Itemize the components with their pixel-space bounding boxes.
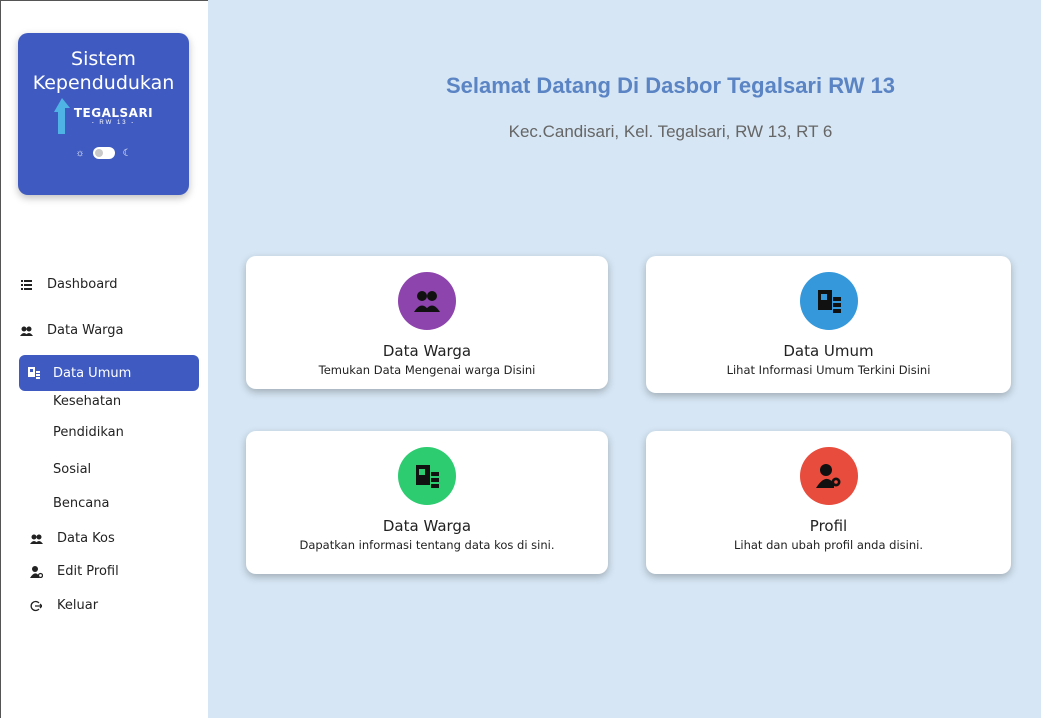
brand-card: Sistem Kependudukan TEGALSARI - RW 13 - … — [18, 33, 189, 195]
page-title: Selamat Datang Di Dasbor Tegalsari RW 13 — [445, 73, 896, 98]
address-book-icon — [27, 367, 41, 379]
nav-edit-profil[interactable]: Edit Profil — [29, 564, 119, 579]
user-gear-icon — [799, 447, 858, 505]
nav-keluar-label: Keluar — [57, 598, 99, 613]
nav-data-umum[interactable]: Data Umum — [19, 355, 199, 391]
sun-icon: ☼ — [75, 147, 85, 159]
card-title: Data Warga — [382, 342, 472, 360]
card-data-umum[interactable]: Data Umum Lihat Informasi Umum Terkini D… — [646, 256, 1011, 393]
card-title: Profil — [809, 517, 848, 535]
theme-toggle[interactable]: ☼ ☾ — [18, 147, 189, 159]
card-description: Lihat dan ubah profil anda disini. — [733, 538, 924, 552]
users-icon — [19, 326, 33, 336]
switch-knob — [94, 149, 103, 157]
nav-sosial[interactable]: Sosial — [53, 462, 91, 477]
app-title-line1: Sistem — [71, 48, 136, 70]
logo-sub: - RW 13 - — [91, 120, 136, 126]
nav-pendidikan[interactable]: Pendidikan — [53, 425, 124, 440]
nav-edit-profil-label: Edit Profil — [57, 564, 119, 579]
nav-bencana[interactable]: Bencana — [53, 496, 109, 511]
card-title: Data Umum — [783, 342, 874, 360]
card-data-kos[interactable]: Data Warga Dapatkan informasi tentang da… — [246, 431, 608, 574]
card-description: Temukan Data Mengenai warga Disini — [318, 363, 536, 377]
nav-dashboard-label: Dashboard — [47, 277, 118, 292]
nav-data-warga[interactable]: Data Warga — [19, 323, 124, 338]
app-title: Sistem Kependudukan — [18, 47, 189, 95]
moon-icon: ☾ — [122, 147, 132, 159]
card-title: Data Warga — [382, 517, 472, 535]
theme-switch[interactable] — [92, 147, 115, 159]
users-icon — [29, 534, 43, 544]
user-gear-icon — [29, 565, 43, 578]
address-book-icon — [398, 447, 456, 505]
nav-keluar[interactable]: Keluar — [29, 598, 98, 613]
list-icon — [19, 279, 33, 290]
nav-data-kos[interactable]: Data Kos — [29, 531, 115, 546]
tegalsari-logo: TEGALSARI - RW 13 - — [18, 97, 189, 135]
logout-icon — [29, 600, 43, 612]
nav-dashboard[interactable]: Dashboard — [19, 277, 118, 292]
address-book-icon — [799, 272, 858, 330]
logo-arrow-icon — [53, 98, 70, 134]
nav-data-kos-label: Data Kos — [57, 531, 115, 546]
card-data-warga[interactable]: Data Warga Temukan Data Mengenai warga D… — [246, 256, 608, 389]
sidebar: Sistem Kependudukan TEGALSARI - RW 13 - … — [0, 0, 208, 718]
nav-data-warga-label: Data Warga — [47, 323, 124, 338]
logo-name: TEGALSARI — [73, 106, 154, 120]
card-description: Lihat Informasi Umum Terkini Disini — [726, 363, 931, 377]
card-description: Dapatkan informasi tentang data kos di s… — [299, 538, 555, 552]
app-title-line2: Kependudukan — [32, 72, 175, 94]
nav-kesehatan[interactable]: Kesehatan — [53, 394, 121, 409]
users-icon — [398, 272, 456, 330]
page-subtitle: Kec.Candisari, Kel. Tegalsari, RW 13, RT… — [508, 122, 833, 141]
nav-data-umum-label: Data Umum — [53, 365, 132, 381]
card-profil[interactable]: Profil Lihat dan ubah profil anda disini… — [646, 431, 1011, 574]
